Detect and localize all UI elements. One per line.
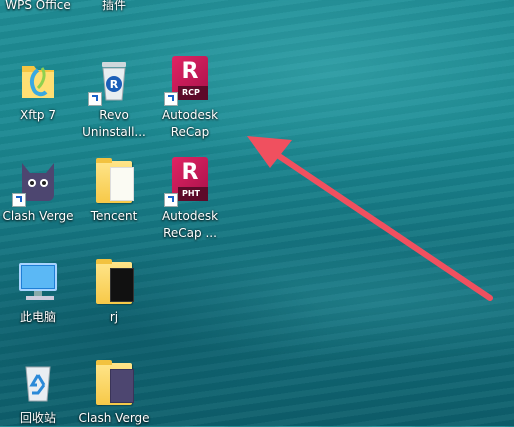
shortcut-arrow-icon	[164, 193, 178, 207]
svg-text:R: R	[110, 78, 119, 91]
folder-icon	[90, 359, 138, 407]
desktop-icon-clash-verge[interactable]: Clash Verge	[0, 157, 79, 225]
desktop-icon-label: WPS Office	[5, 0, 71, 12]
desktop-icon-recycle-bin[interactable]: 回收站	[0, 359, 79, 427]
revo-trash-icon: R	[88, 56, 138, 106]
autodesk-recap-icon: R RCP	[164, 56, 214, 106]
desktop-icon-label: 回收站	[19, 411, 56, 425]
desktop-icon-tencent[interactable]: Tencent	[73, 157, 155, 225]
desktop-icon-rj[interactable]: rj	[73, 258, 155, 326]
shortcut-arrow-icon	[88, 92, 102, 106]
desktop-icon-clash-verge-folder[interactable]: Clash Verge	[73, 359, 155, 427]
desktop-icon-autodesk-recap[interactable]: R RCP Autodesk ReCap	[149, 56, 231, 141]
desktop-icon-label: Revo Uninstall...	[82, 108, 146, 139]
desktop-icon-label: Autodesk ReCap ...	[161, 209, 219, 240]
desktop-icon-autodesk-recap-photo[interactable]: R PHT Autodesk ReCap ...	[149, 157, 231, 242]
folder-icon	[90, 258, 138, 306]
desktop-icon-revo-uninstaller[interactable]: R Revo Uninstall...	[73, 56, 155, 141]
recycle-bin-icon	[14, 359, 62, 407]
folder-icon	[90, 157, 138, 205]
desktop-icon-this-pc[interactable]: 此电脑	[0, 258, 79, 326]
desktop-icon-label: rj	[109, 310, 119, 324]
desktop-icon-label: Tencent	[90, 209, 138, 223]
desktop-icon-label: 插件	[101, 0, 126, 12]
xftp-folder-icon	[14, 56, 62, 104]
desktop-icon-label: Autodesk ReCap	[161, 108, 219, 139]
desktop-icon-label: Clash Verge	[2, 209, 74, 223]
desktop-icon-wps-office[interactable]: WPS Office	[0, 0, 79, 14]
clash-cat-icon	[12, 157, 62, 207]
desktop-icon-plugins[interactable]: 插件	[73, 0, 155, 14]
desktop-icon-label: Xftp 7	[19, 108, 56, 122]
shortcut-arrow-icon	[12, 193, 26, 207]
desktop-icon-label: Clash Verge	[78, 411, 150, 425]
monitor-icon	[14, 258, 62, 306]
desktop-icon-label: 此电脑	[19, 310, 56, 324]
shortcut-arrow-icon	[164, 92, 178, 106]
autodesk-recap-photo-icon: R PHT	[164, 157, 214, 207]
desktop-icon-xftp[interactable]: Xftp 7	[0, 56, 79, 124]
